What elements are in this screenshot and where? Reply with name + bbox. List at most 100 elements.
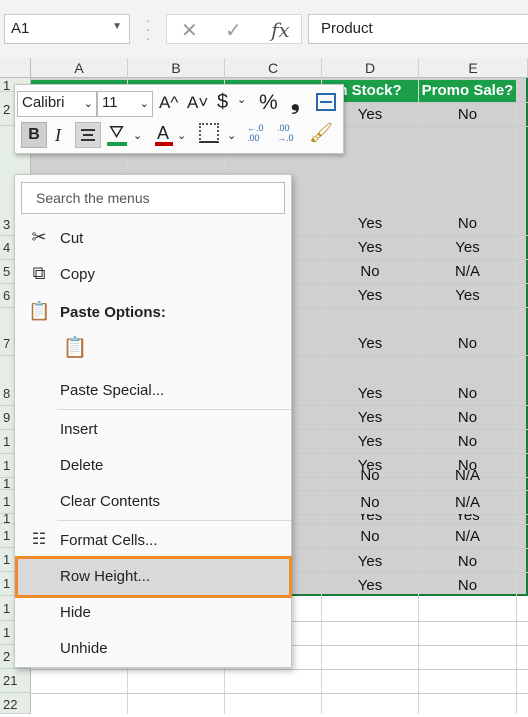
mini-toolbar: Calibri ⌄ 11 ⌄ A^ A˅ $ ⌄ % ❟ B I ⛛ ⌄ A ⌄… [14, 84, 344, 154]
cell-d3[interactable]: Yes [322, 215, 418, 232]
bold-button[interactable]: B [21, 122, 47, 148]
paste-options-label: Paste Options: [60, 304, 166, 321]
chevron-down-icon[interactable]: ⌄ [177, 129, 186, 142]
highlight-annotation-box [15, 556, 292, 598]
cell-e14[interactable]: Yes [419, 514, 516, 524]
center-align-icon[interactable] [75, 122, 101, 148]
copy-icon: ⧉ [32, 263, 46, 283]
cell-e6[interactable]: Yes [419, 287, 516, 304]
cell-d14[interactable]: Yes [322, 514, 418, 524]
menu-item-delete[interactable]: Delete [15, 448, 291, 484]
italic-button[interactable]: I [55, 125, 61, 146]
wrap-text-icon[interactable] [316, 93, 336, 111]
name-box-value: A1 [11, 20, 30, 37]
cell-d5[interactable]: No [322, 263, 418, 280]
chevron-down-icon[interactable]: ⌄ [237, 93, 246, 106]
formula-bar-grip-icon[interactable]: · · · [146, 13, 151, 45]
column-header-e[interactable]: E [419, 58, 528, 78]
cell-d12[interactable]: No [322, 470, 418, 482]
enter-icon[interactable]: ✓ [225, 18, 242, 43]
name-box[interactable]: A1 ▼ [4, 14, 130, 44]
cell-e3[interactable]: No [419, 215, 516, 232]
increase-decimal-icon[interactable]: ←.0 .00 [247, 123, 271, 143]
menu-item-label: Clear Contents [60, 493, 161, 510]
menu-item-hide[interactable]: Hide [15, 595, 291, 631]
font-name-combo[interactable]: Calibri ⌄ [17, 91, 97, 117]
fill-color-bar [107, 142, 127, 146]
cell-e5[interactable]: N/A [419, 263, 516, 280]
cell-e13[interactable]: N/A [419, 494, 516, 511]
menu-item-label: Cut [60, 230, 84, 247]
column-header-c[interactable]: C [225, 58, 322, 78]
wrap-arrow [320, 101, 332, 103]
chevron-down-icon[interactable]: ⌄ [133, 129, 142, 142]
name-box-dropdown-icon[interactable]: ▼ [112, 21, 122, 32]
menu-item-unhide[interactable]: Unhide [15, 631, 291, 667]
formula-buttons: ✕ ✓ fx [166, 14, 302, 44]
row-header[interactable]: 21 [0, 669, 31, 693]
chevron-down-icon: ⌄ [139, 98, 149, 110]
cell-d7[interactable]: Yes [322, 335, 418, 352]
chevron-down-icon: ⌄ [83, 98, 93, 110]
cell-d8[interactable]: Yes [322, 385, 418, 402]
cell-e17[interactable]: No [419, 577, 516, 594]
menu-item-paste-special[interactable]: Paste Special... [15, 373, 291, 409]
menu-item-label: Copy [60, 266, 96, 283]
formula-input[interactable]: Product [308, 14, 528, 44]
cell-e2[interactable]: No [419, 106, 516, 123]
grid-line [31, 693, 528, 694]
align-line [81, 129, 95, 131]
paste-clipboard-icon[interactable]: 📋 [61, 335, 89, 363]
menu-item-label: Delete [60, 457, 104, 474]
cell-e7[interactable]: No [419, 335, 516, 352]
cell-e12[interactable]: N/A [419, 470, 516, 482]
cell-d9[interactable]: Yes [322, 409, 418, 426]
header-cell-e[interactable]: Promo Sale? [419, 80, 516, 102]
borders-icon[interactable] [199, 123, 219, 143]
menu-item-clear-contents[interactable]: Clear Contents [15, 484, 291, 520]
menu-item-label: Unhide [60, 640, 108, 657]
decrease-decimal-icon[interactable]: .00 →.0 [277, 123, 301, 143]
insert-function-icon[interactable]: fx [271, 18, 290, 42]
paintbrush-icon[interactable]: 🖌 [309, 121, 333, 145]
cell-d15[interactable]: No [322, 528, 418, 545]
cell-e10[interactable]: No [419, 433, 516, 450]
menu-separator [57, 409, 291, 410]
comma-style-icon[interactable]: ❟ [291, 89, 300, 115]
increase-font-icon[interactable]: A^ [159, 93, 178, 113]
menu-item-copy[interactable]: ⧉ Copy [15, 257, 291, 293]
cancel-icon[interactable]: ✕ [181, 18, 198, 43]
currency-icon[interactable]: $ [217, 91, 228, 114]
fill-bucket-icon[interactable]: ⛛ [109, 122, 124, 143]
row-header[interactable]: 22 [0, 693, 31, 714]
menu-item-format-cells[interactable]: ☷ Format Cells... [15, 523, 291, 559]
column-header-d[interactable]: D [322, 58, 419, 78]
cell-d4[interactable]: Yes [322, 239, 418, 256]
menu-item-label: Insert [60, 421, 98, 438]
font-name-value: Calibri [22, 94, 65, 111]
font-size-combo[interactable]: 11 ⌄ [97, 91, 153, 117]
cell-d10[interactable]: Yes [322, 433, 418, 450]
font-size-value: 11 [102, 94, 118, 111]
column-header-b[interactable]: B [128, 58, 225, 78]
menu-search-input[interactable]: Search the menus [21, 182, 285, 214]
cell-e4[interactable]: Yes [419, 239, 516, 256]
percent-icon[interactable]: % [259, 91, 278, 115]
select-all-corner[interactable] [0, 58, 31, 78]
cell-e15[interactable]: N/A [419, 528, 516, 545]
menu-item-insert[interactable]: Insert [15, 412, 291, 448]
cell-e8[interactable]: No [419, 385, 516, 402]
font-color-icon[interactable]: A [157, 123, 169, 144]
align-line [83, 134, 93, 136]
chevron-down-icon[interactable]: ⌄ [227, 129, 236, 142]
cell-d13[interactable]: No [322, 494, 418, 511]
decrease-font-icon[interactable]: A˅ [187, 93, 208, 113]
column-headers: A B C D E [0, 58, 528, 78]
cell-d16[interactable]: Yes [322, 553, 418, 570]
column-header-a[interactable]: A [31, 58, 128, 78]
cell-e9[interactable]: No [419, 409, 516, 426]
cell-e16[interactable]: No [419, 553, 516, 570]
cell-d6[interactable]: Yes [322, 287, 418, 304]
cell-d17[interactable]: Yes [322, 577, 418, 594]
menu-item-cut[interactable]: ✂ Cut [15, 221, 291, 257]
